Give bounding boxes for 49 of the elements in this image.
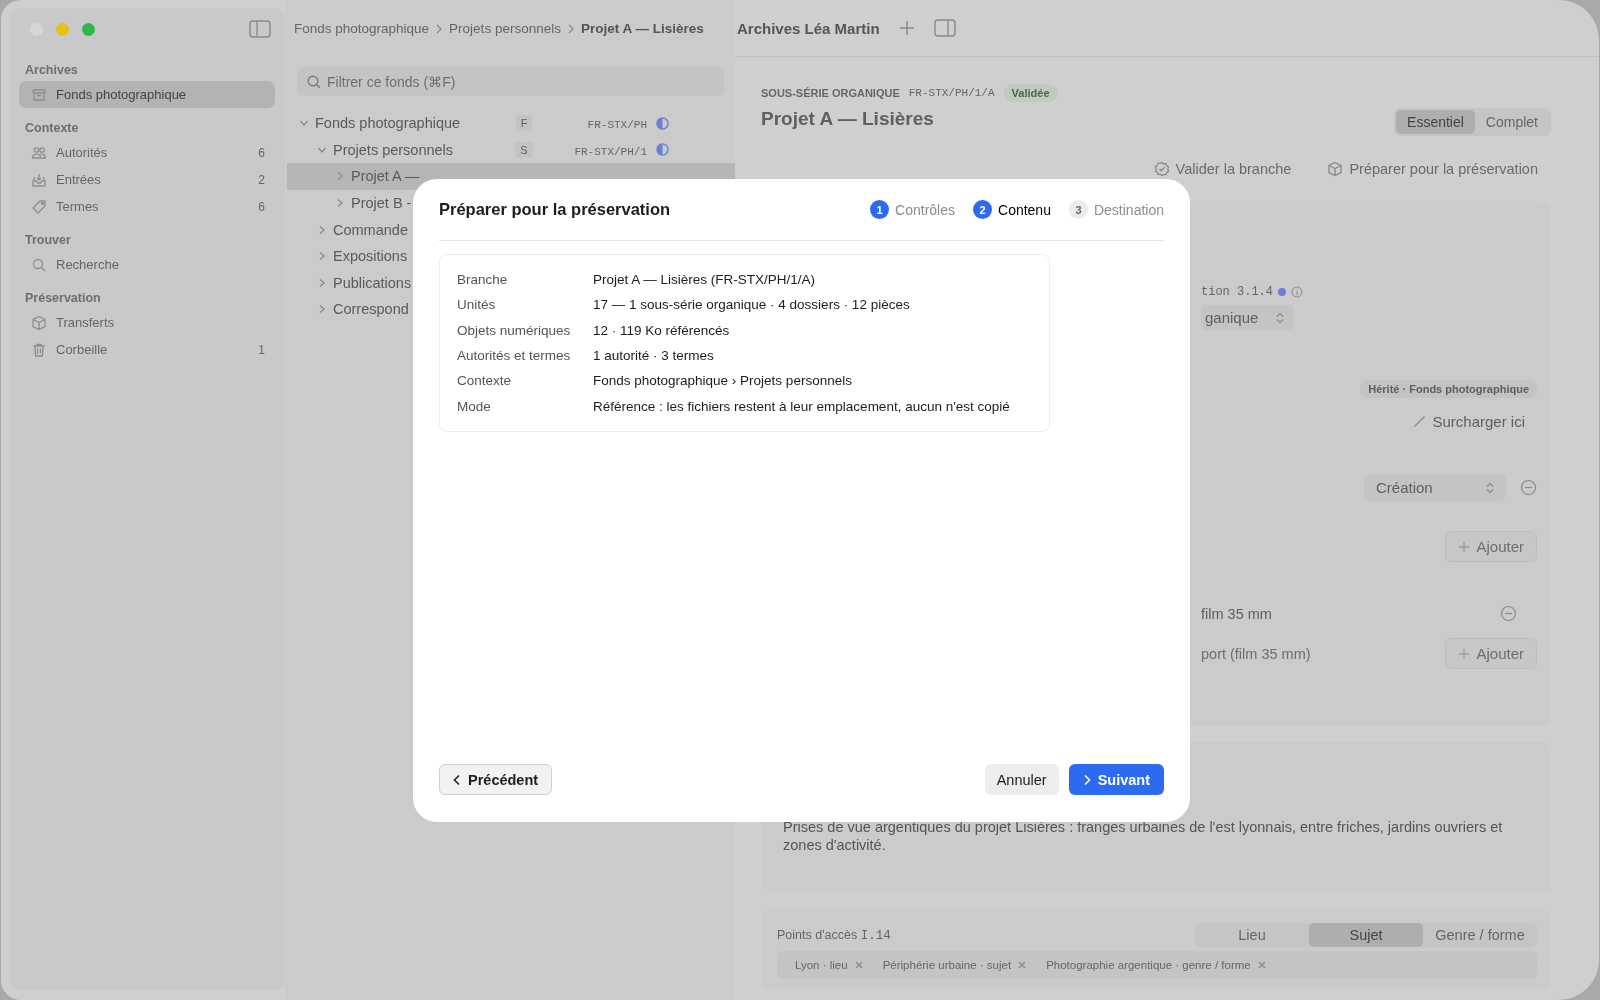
level-badge: S [515,141,533,158]
summary-label: Contexte [457,373,513,389]
step-number: 1 [870,200,890,219]
tree-label: Publications [333,274,412,291]
summary-value: Fonds photographique › Projets personnels [593,373,852,389]
reference-code: FR-STX/PH/1 [574,145,647,158]
summary-text: Prises de vue argentiques du projet Lisières : franges urbaines de l'est lyonnais, entre friches, jardins ouvriers et zones d'activité. [783,818,1504,854]
summary-value: Référence : les fichiers restent à leur emplacement, aucun n'est copié [593,398,1010,414]
summary-value: 17 — 1 sous-série organique · 4 dossiers · 12 pièces [593,297,910,313]
item-count: 2 [258,172,265,187]
summary-label: Objets numériques [457,322,572,338]
level-badge: F [515,115,533,132]
item-count: 6 [258,145,265,160]
summary-label: Branche [457,272,509,288]
section-title: Trouver [25,233,72,247]
summary-value: Projet A — Lisières (FR-STX/PH/1/A) [593,272,816,288]
tree-label: Fonds photographique [315,115,461,132]
tree-label: Correspond [333,301,409,318]
section-title: Archives [25,63,79,77]
summary-label: Unités [457,297,497,313]
tree-label: Expositions [333,248,408,265]
access-points-label: Points d'accès I.14 [777,927,891,943]
tree-label: Commande [333,221,408,238]
field-label: tion 3.1.4 [1201,285,1273,299]
summary-label: Autorités et termes [457,348,572,364]
summary-label: Mode [457,398,492,414]
section-title: Préservation [25,291,102,305]
support-value: film 35 mm [1201,605,1272,622]
window-title: Archives Léa Martin [737,19,880,37]
tree-label: Projet B - [351,195,412,212]
item-count: 1 [258,342,265,357]
access-point-tag: Périphérie urbaine · sujet [882,959,1027,971]
step-number: 2 [973,200,992,219]
item-count: 6 [258,199,265,214]
tree-label: Projets personnels [333,141,454,158]
inherited-badge: Hérité · Fonds photographique [1360,380,1537,398]
summary-value: 1 autorité · 3 termes [593,348,714,364]
record-title: Projet A — Lisières [761,108,935,130]
record-level: SOUS-SÉRIE ORGANIQUE [761,87,900,99]
tree-label: Projet A — [351,168,420,185]
summary-value: 12 · 119 Ko référencés [593,322,730,338]
dialog-title: Préparer pour la préservation [439,200,671,219]
record-code: FR-STX/PH/1/A [908,87,995,99]
status-badge: Validée [1003,84,1058,102]
step-number: 3 [1068,200,1088,219]
access-point-tag: Lyon · lieu [795,959,863,971]
section-title: Contexte [25,121,80,135]
reference-code: FR-STX/PH [587,119,647,132]
access-point-tag: Photographie argentique · genre / forme [1046,959,1266,971]
